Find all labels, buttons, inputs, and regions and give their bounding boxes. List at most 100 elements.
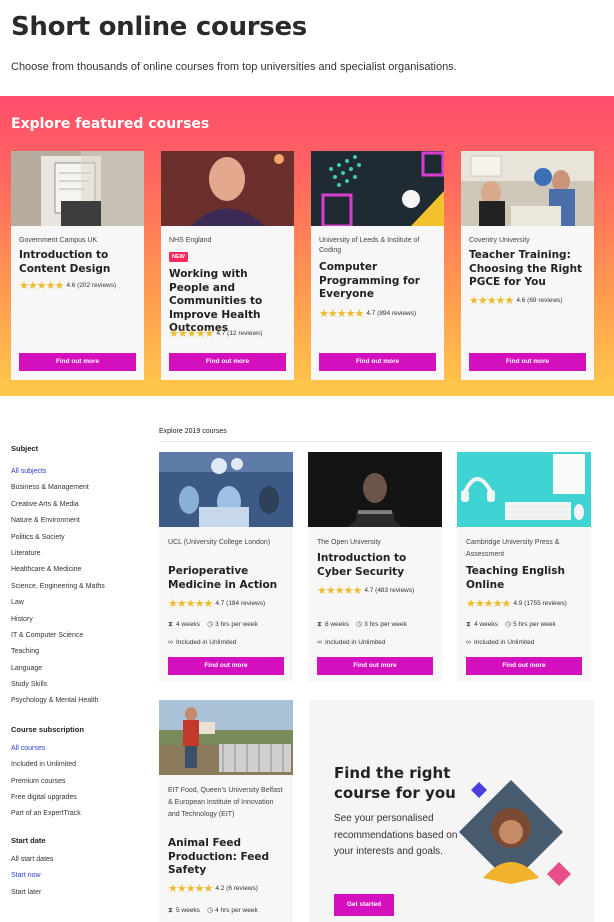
filter-heading-start-date: Start date	[11, 835, 46, 845]
course-title[interactable]: Animal Feed Production: Feed Safety	[168, 837, 286, 878]
subject-filter-item[interactable]: Psychology & Mental Health	[11, 693, 151, 709]
star-rating-icon: ★★★★★	[466, 598, 511, 610]
course-rating: ★★★★★ 4.7 (894 reviews)	[319, 308, 417, 320]
divider	[159, 441, 593, 442]
subject-filter-item[interactable]: Politics & Society	[11, 530, 151, 546]
clock-icon: ◷	[207, 621, 214, 628]
start-date-filter-item[interactable]: Start later	[11, 885, 151, 901]
course-card[interactable]: EIT Food, Queen's University Belfast & E…	[159, 700, 293, 922]
recommendations-promo: Find the right course for you See your p…	[309, 700, 594, 922]
subject-filter-item[interactable]: Science, Engineering & Maths	[11, 579, 151, 595]
filter-heading-subscription: Course subscription	[11, 724, 84, 734]
course-title[interactable]: Perioperative Medicine in Action	[168, 565, 286, 592]
hourglass-icon: ⧗	[317, 621, 322, 628]
infinity-icon: ∞	[317, 639, 322, 646]
course-thumbnail	[161, 151, 294, 226]
star-rating-icon: ★★★★★	[319, 308, 364, 320]
promo-illustration	[459, 780, 571, 886]
course-thumbnail	[308, 452, 442, 527]
clock-icon: ◷	[207, 907, 214, 914]
course-org: NHS England	[169, 237, 212, 244]
subject-filter-item[interactable]: IT & Computer Science	[11, 628, 151, 644]
subject-filter-item[interactable]: All subjects	[11, 464, 151, 480]
course-rating: ★★★★★ 4.7 (184 reviews)	[168, 598, 266, 610]
course-title[interactable]: Introduction to Cyber Security	[317, 552, 435, 579]
course-duration: ⧗ 4 weeks ◷ 3 hrs per week	[168, 621, 258, 628]
promo-text: See your personalised recommendations ba…	[334, 813, 458, 857]
subject-filter-item[interactable]: Nature & Environment	[11, 513, 151, 529]
star-rating-icon: ★★★★★	[19, 280, 64, 292]
featured-course-card[interactable]: NHS England NEW Working with People and …	[161, 151, 294, 380]
infinity-icon: ∞	[466, 639, 471, 646]
course-card[interactable]: Cambridge University Press & Assessment …	[457, 452, 591, 682]
hourglass-icon: ⧗	[168, 907, 173, 914]
hourglass-icon: ⧗	[466, 621, 471, 628]
subject-filter-item[interactable]: History	[11, 612, 151, 628]
subject-filter-item[interactable]: Literature	[11, 546, 151, 562]
subscription-filter-item[interactable]: Premium courses	[11, 774, 151, 790]
course-unlimited: ∞ Included in Unlimited	[466, 639, 535, 646]
star-rating-icon: ★★★★★	[317, 585, 362, 597]
course-org: Government Campus UK	[19, 237, 98, 244]
course-org: The Open University	[317, 539, 381, 546]
course-thumbnail	[457, 452, 591, 527]
subject-filter-list: All subjects Business & Management Creativ…	[11, 464, 151, 710]
featured-course-card[interactable]: Coventry University Teacher Training: Ch…	[461, 151, 594, 380]
course-card[interactable]: The Open University Introduction to Cybe…	[308, 452, 442, 682]
subject-filter-item[interactable]: Study Skills	[11, 677, 151, 693]
subscription-filter-item[interactable]: Free digital upgrades	[11, 790, 151, 806]
find-out-more-button[interactable]: Find out more	[466, 657, 582, 675]
course-card[interactable]: UCL (University College London) Perioper…	[159, 452, 293, 682]
star-rating-icon: ★★★★★	[168, 883, 213, 895]
find-out-more-button[interactable]: Find out more	[317, 657, 433, 675]
clock-icon: ◷	[356, 621, 363, 628]
course-org: Cambridge University Press & Assessment	[466, 539, 560, 558]
star-rating-icon: ★★★★★	[168, 598, 213, 610]
start-date-filter-item[interactable]: All start dates	[11, 852, 151, 868]
course-thumbnail	[159, 700, 293, 775]
clock-icon: ◷	[505, 621, 512, 628]
featured-course-card[interactable]: Government Campus UK Introduction to Con…	[11, 151, 144, 380]
page-subtitle: Choose from thousands of online courses …	[11, 61, 457, 73]
course-thumbnail	[159, 452, 293, 527]
course-rating: ★★★★★ 4.6 (202 reviews)	[19, 280, 117, 292]
find-out-more-button[interactable]: Find out more	[319, 353, 436, 371]
course-duration: ⧗ 8 weeks ◷ 3 hrs per week	[317, 621, 407, 628]
filter-heading-subject: Subject	[11, 444, 39, 453]
subject-filter-item[interactable]: Business & Management	[11, 480, 151, 496]
start-date-filter-item[interactable]: Start now	[11, 868, 151, 884]
subscription-filter-item[interactable]: All courses	[11, 741, 151, 757]
find-out-more-button[interactable]: Find out more	[469, 353, 586, 371]
course-duration: ⧗ 5 weeks ◷ 4 hrs per week	[168, 907, 258, 914]
course-title[interactable]: Introduction to Content Design	[19, 249, 137, 276]
subject-filter-item[interactable]: Creative Arts & Media	[11, 497, 151, 513]
find-out-more-button[interactable]: Find out more	[168, 657, 284, 675]
course-title[interactable]: Teacher Training: Choosing the Right PGC…	[469, 249, 587, 290]
star-rating-icon: ★★★★★	[469, 295, 514, 307]
course-rating: ★★★★★ 4.7 (12 reviews)	[169, 328, 263, 340]
find-out-more-button[interactable]: Find out more	[19, 353, 136, 371]
featured-course-card[interactable]: University of Leeds & Institute of Codin…	[311, 151, 444, 380]
course-org: UCL (University College London)	[168, 539, 271, 546]
course-title[interactable]: Computer Programming for Everyone	[319, 261, 437, 302]
featured-courses-section: Explore featured courses Government Camp…	[0, 96, 614, 396]
get-started-button[interactable]: Get started	[334, 894, 394, 916]
course-rating: ★★★★★ 4.9 (1755 reviews)	[466, 598, 567, 610]
subscription-filter-item[interactable]: Included in Unlimited	[11, 757, 151, 773]
subject-filter-item[interactable]: Teaching	[11, 644, 151, 660]
subscription-filter-list: All courses Included in Unlimited Premium …	[11, 741, 151, 823]
course-title[interactable]: Teaching English Online	[466, 565, 584, 592]
subject-filter-item[interactable]: Language	[11, 661, 151, 677]
find-out-more-button[interactable]: Find out more	[169, 353, 286, 371]
subject-filter-item[interactable]: Law	[11, 595, 151, 611]
course-org: Coventry University	[469, 237, 530, 244]
hourglass-icon: ⧗	[168, 621, 173, 628]
course-unlimited: ∞ Included in Unlimited	[317, 639, 386, 646]
course-rating: ★★★★★ 4.2 (6 reviews)	[168, 883, 258, 895]
course-title[interactable]: Working with People and Communities to I…	[169, 268, 287, 336]
subscription-filter-item[interactable]: Part of an ExpertTrack	[11, 806, 151, 822]
page-title: Short online courses	[11, 12, 307, 42]
course-rating: ★★★★★ 4.7 (483 reviews)	[317, 585, 415, 597]
start-date-filter-list: All start dates Start now Start later	[11, 852, 151, 901]
subject-filter-item[interactable]: Healthcare & Medicine	[11, 562, 151, 578]
